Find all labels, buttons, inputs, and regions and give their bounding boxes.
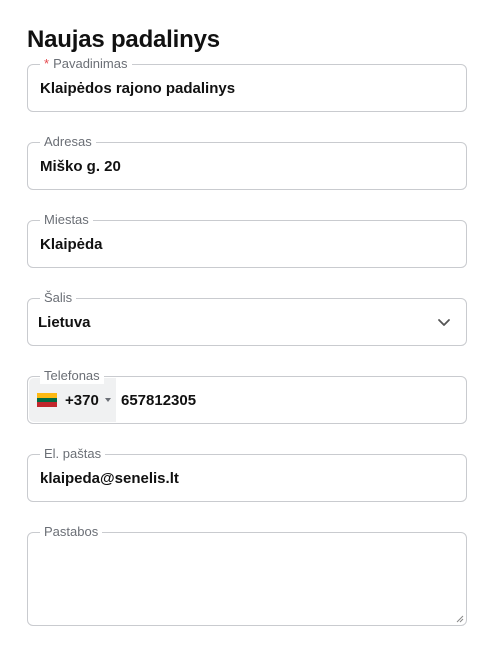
page-title: Naujas padalinys — [27, 26, 220, 53]
notes-textarea[interactable]: Pastabos — [27, 524, 467, 626]
address-input[interactable]: Miško g. 20 — [40, 143, 121, 189]
email-input[interactable]: klaipeda@senelis.lt — [40, 455, 179, 501]
email-field[interactable]: El. paštas klaipeda@senelis.lt — [27, 446, 467, 502]
notes-label: Pastabos — [40, 524, 103, 540]
city-field[interactable]: Miestas Klaipėda — [27, 212, 467, 268]
city-input[interactable]: Klaipėda — [40, 221, 103, 267]
country-selected-value[interactable]: Lietuva — [38, 299, 91, 345]
phone-label: Telefonas — [40, 368, 104, 384]
lithuania-flag-icon — [37, 393, 57, 407]
country-select[interactable]: Šalis Lietuva — [27, 290, 467, 346]
new-branch-form: Naujas padalinys * Pavadinimas Klaipėdos … — [0, 0, 492, 661]
dial-code: +370 — [65, 391, 99, 409]
phone-country-selector[interactable]: +370 — [29, 378, 116, 422]
address-field[interactable]: Adresas Miško g. 20 — [27, 134, 467, 190]
phone-number-input[interactable]: 657812305 — [121, 377, 196, 423]
phone-field[interactable]: +370 Telefonas 657812305 — [27, 368, 467, 424]
flag-stripe-red — [37, 402, 57, 407]
caret-down-icon — [104, 398, 111, 402]
chevron-down-icon[interactable] — [436, 314, 452, 330]
name-input[interactable]: Klaipėdos rajono padalinys — [40, 65, 235, 111]
resize-handle-icon[interactable] — [455, 614, 464, 623]
name-field[interactable]: * Pavadinimas Klaipėdos rajono padalinys — [27, 56, 467, 112]
